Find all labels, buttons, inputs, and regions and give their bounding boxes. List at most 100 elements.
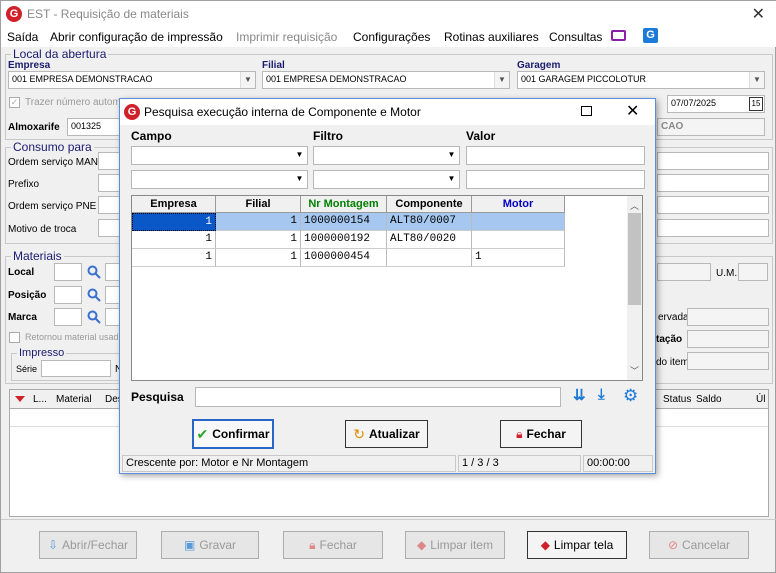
scroll-up-icon[interactable]: ︿ — [630, 199, 639, 212]
save-icon: ▣ — [183, 538, 196, 552]
row1-componente[interactable]: ALT80/0007 — [387, 213, 472, 231]
eraser-icon: ◆ — [540, 538, 550, 552]
row2-motor[interactable] — [472, 231, 565, 249]
filtro-combo-1[interactable]: ▼ — [313, 146, 460, 165]
menu-saida[interactable]: Saída — [7, 30, 38, 44]
col-empresa[interactable]: Empresa — [132, 196, 216, 213]
vertical-scrollbar[interactable]: ︿ ﹀ — [627, 196, 642, 380]
menu-rotinas-auxiliares[interactable]: Rotinas auxiliares — [444, 30, 539, 44]
retornou-checkbox[interactable] — [9, 332, 20, 343]
menu-imprimir-requisicao: Imprimir requisição — [236, 30, 338, 44]
limpar-tela-button[interactable]: ◆ Limpar tela — [527, 531, 627, 559]
empresa-combo[interactable]: 001 EMPRESA DEMONSTRACAO ▼ — [8, 71, 256, 89]
scroll-thumb[interactable] — [628, 213, 641, 305]
row2-filial[interactable]: 1 — [216, 231, 301, 249]
posicao-label: Posição — [8, 290, 47, 301]
col-motor[interactable]: Motor — [472, 196, 565, 213]
valor-label: Valor — [466, 129, 496, 143]
fechar-dialog-button[interactable]: 🔒︎ Fechar — [500, 420, 582, 448]
valor-input-2[interactable] — [466, 170, 645, 189]
maximize-icon[interactable] — [581, 106, 592, 116]
cancel-icon: ⊘ — [667, 538, 679, 552]
calendar-icon[interactable]: 15 — [749, 97, 763, 111]
col-nr-montagem-label: Nr Montagem — [308, 198, 379, 210]
campo-combo-1[interactable]: ▼ — [131, 146, 308, 165]
atualizar-button[interactable]: ↻ Atualizar — [345, 420, 428, 448]
menu-consultas[interactable]: Consultas — [549, 30, 602, 44]
gravar-label: Gravar — [199, 538, 237, 552]
app-shortcut-icon[interactable]: G — [643, 28, 658, 43]
close-dialog-icon[interactable]: ✕ — [626, 101, 639, 121]
row2-empresa[interactable]: 1 — [132, 231, 216, 249]
row1-nr-montagem[interactable]: 1000000154 — [301, 213, 387, 231]
items-col-saldo[interactable]: Saldo — [696, 394, 722, 405]
local-abertura-label: Local da abertura — [11, 47, 109, 61]
row3-motor[interactable]: 1 — [472, 249, 565, 267]
monitor-icon[interactable] — [611, 30, 626, 41]
local-label: Local — [8, 267, 35, 278]
date-field[interactable]: 07/07/2025 15 — [667, 95, 765, 113]
row1-filial[interactable]: 1 — [216, 213, 301, 231]
search-local-icon[interactable] — [87, 265, 101, 279]
row1-motor[interactable] — [472, 213, 565, 231]
menu-abrir-config-impressao[interactable]: Abrir configuração de impressão — [50, 30, 223, 44]
sort-arrow-icon[interactable] — [15, 396, 25, 402]
posicao-field[interactable] — [54, 286, 82, 304]
pesquisa-input[interactable] — [195, 387, 561, 407]
search-marca-icon[interactable] — [87, 310, 101, 324]
row2-componente[interactable]: ALT80/0020 — [387, 231, 472, 249]
prefixo-label: Prefixo — [8, 179, 40, 190]
gravar-button: ▣ Gravar — [161, 531, 259, 559]
col-motor-label: Motor — [502, 198, 534, 210]
marca-field[interactable] — [54, 308, 82, 326]
limpar-item-label: Limpar item — [430, 538, 493, 552]
menu-bar: Saída Abrir configuração de impressão Im… — [1, 27, 776, 47]
row3-componente[interactable] — [387, 249, 472, 267]
consumo-right-field-3[interactable] — [657, 196, 769, 214]
row3-filial[interactable]: 1 — [216, 249, 301, 267]
row3-nr-montagem[interactable]: 1000000454 — [301, 249, 387, 267]
scroll-down-icon[interactable]: ﹀ — [630, 364, 639, 377]
col-nr-montagem[interactable]: Nr Montagem — [301, 196, 387, 213]
items-col-material[interactable]: Material — [56, 394, 92, 405]
empresa-value: 001 EMPRESA DEMONSTRACAO — [12, 74, 153, 84]
almoxarife-field[interactable]: 001325 — [67, 118, 125, 136]
materiais-label: Materiais — [11, 249, 64, 263]
local-field[interactable] — [54, 263, 82, 281]
campo-combo-2[interactable]: ▼ — [131, 170, 308, 189]
jump-bottom-icon[interactable]: ⤓ — [598, 387, 605, 402]
filtro-label: Filtro — [313, 129, 343, 143]
items-col-status[interactable]: Status — [663, 394, 691, 405]
gear-icon[interactable]: ⚙ — [623, 387, 638, 404]
items-col-ultimo[interactable]: Úl — [756, 394, 765, 405]
menu-configuracoes[interactable]: Configurações — [353, 30, 430, 44]
abrir-fechar-button: ⇩ Abrir/Fechar — [39, 531, 137, 559]
status-count: 1 / 3 / 3 — [458, 455, 581, 472]
serie-field[interactable] — [41, 360, 111, 377]
col-filial[interactable]: Filial — [216, 196, 301, 213]
consumo-right-field-2[interactable] — [657, 174, 769, 192]
valor-input-1[interactable] — [466, 146, 645, 165]
results-grid[interactable]: Empresa Filial Nr Montagem Componente Mo… — [131, 195, 643, 381]
consumo-right-field-1[interactable] — [657, 152, 769, 170]
row3-empresa[interactable]: 1 — [132, 249, 216, 267]
filtro-combo-2[interactable]: ▼ — [313, 170, 460, 189]
garagem-combo[interactable]: 001 GARAGEM PICCOLOTUR ▼ — [517, 71, 765, 89]
close-window-icon[interactable]: ✕ — [752, 4, 765, 24]
col-componente[interactable]: Componente — [387, 196, 472, 213]
row2-nr-montagem[interactable]: 1000000192 — [301, 231, 387, 249]
items-col-l[interactable]: L... — [33, 394, 47, 405]
confirmar-label: Confirmar — [212, 427, 270, 441]
um-label: U.M. — [716, 268, 738, 279]
confirmar-button[interactable]: ✔ Confirmar — [192, 419, 274, 449]
almoxarife-name-value: CAO — [661, 121, 684, 132]
search-posicao-icon[interactable] — [87, 288, 101, 302]
filial-combo[interactable]: 001 EMPRESA DEMONSTRACAO ▼ — [262, 71, 510, 89]
limpar-item-button: ◆ Limpar item — [405, 531, 505, 559]
row1-empresa[interactable]: 1 — [132, 213, 216, 231]
trazer-checkbox[interactable]: ✓ — [9, 97, 20, 108]
expand-down-icon[interactable]: ⇊ — [573, 388, 586, 403]
consumo-label: Consumo para — [11, 140, 94, 154]
consumo-right-field-4[interactable] — [657, 219, 769, 237]
open-close-icon: ⇩ — [47, 538, 59, 552]
